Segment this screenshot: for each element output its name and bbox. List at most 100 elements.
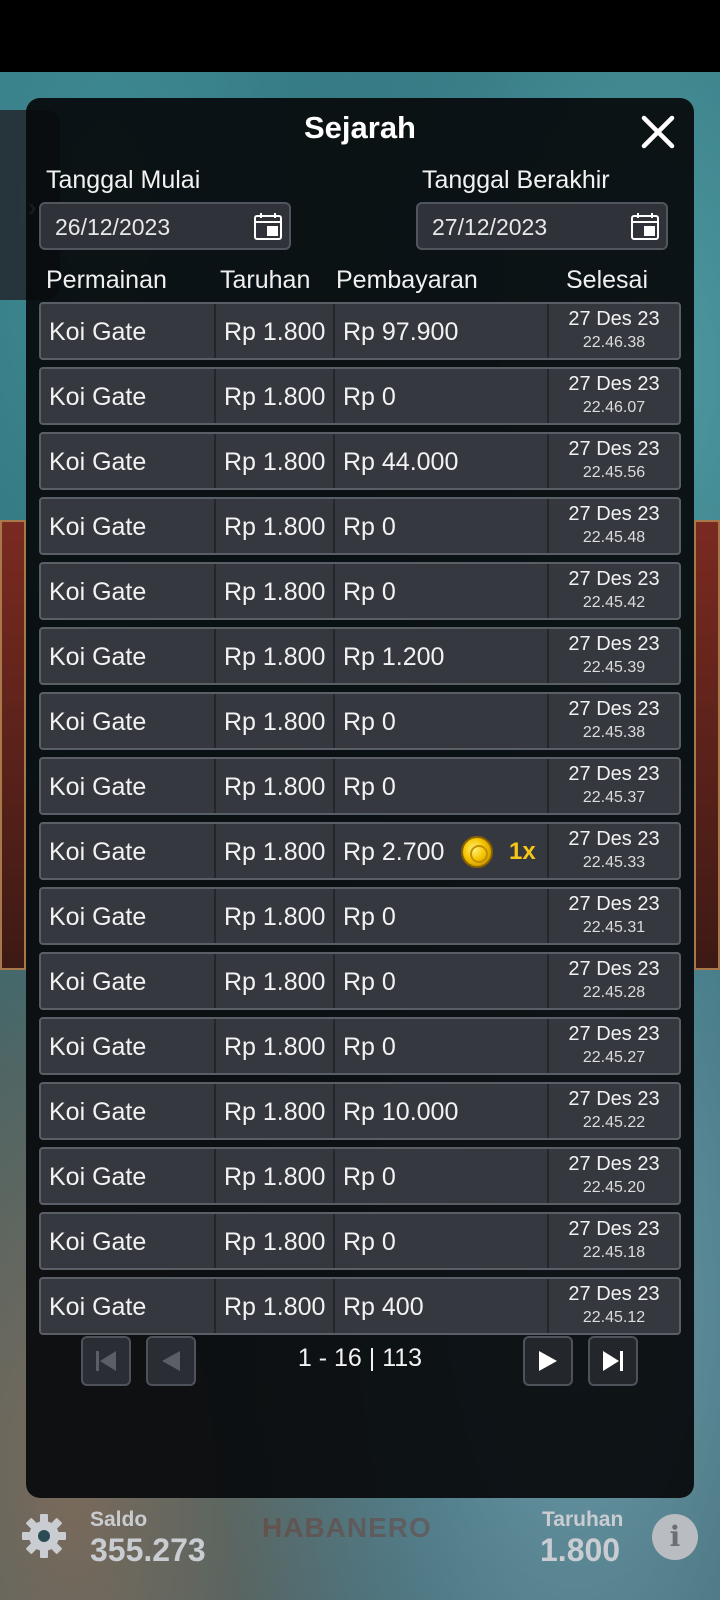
next-page-button[interactable] [523, 1336, 573, 1386]
finished-date: 27 Des 23 [568, 503, 660, 525]
game-name: Koi Gate [49, 1098, 147, 1126]
finished-time: 22.45.31 [582, 919, 646, 936]
coin-icon [461, 836, 493, 868]
payout-amount: Rp 10.000 [343, 1098, 459, 1126]
finished-time: 22.45.27 [582, 1049, 646, 1066]
cell-game: Koi Gate [41, 824, 216, 878]
cell-game: Koi Gate [41, 304, 216, 358]
cell-bet: Rp 1.800 [216, 499, 335, 553]
table-row[interactable]: Koi Gate Rp 1.800 Rp 0 27 Des 23 22.45.31 [39, 887, 681, 945]
table-row[interactable]: Koi Gate Rp 1.800 Rp 0 27 Des 23 22.45.27 [39, 1017, 681, 1075]
cell-bet: Rp 1.800 [216, 1279, 335, 1333]
table-row[interactable]: Koi Gate Rp 1.800 Rp 0 27 Des 23 22.45.42 [39, 562, 681, 620]
close-button[interactable] [638, 112, 678, 152]
cell-payout: Rp 0 [335, 1019, 549, 1073]
cell-finished: 27 Des 23 22.45.38 [549, 694, 679, 748]
finished-time: 22.45.56 [582, 464, 646, 481]
table-row[interactable]: Koi Gate Rp 1.800 Rp 0 27 Des 23 22.45.28 [39, 952, 681, 1010]
cell-payout: Rp 0 [335, 499, 549, 553]
table-row[interactable]: Koi Gate Rp 1.800 Rp 0 27 Des 23 22.45.37 [39, 757, 681, 815]
finished-time: 22.46.38 [582, 334, 646, 351]
bet-amount: Rp 1.800 [224, 1228, 326, 1256]
start-date-field[interactable]: 26/12/2023 [39, 202, 291, 250]
cell-finished: 27 Des 23 22.45.20 [549, 1149, 679, 1203]
bet-amount: Rp 1.800 [224, 643, 326, 671]
last-page-button[interactable] [588, 1336, 638, 1386]
gate-pillar-left [0, 520, 26, 970]
table-row[interactable]: Koi Gate Rp 1.800 Rp 0 27 Des 23 22.45.18 [39, 1212, 681, 1270]
cell-game: Koi Gate [41, 954, 216, 1008]
finished-time: 22.45.38 [582, 724, 646, 741]
cell-game: Koi Gate [41, 499, 216, 553]
bet-amount: Rp 1.800 [224, 513, 326, 541]
payout-amount: Rp 0 [343, 1228, 396, 1256]
finished-time: 22.45.33 [582, 854, 646, 871]
next-page-icon [539, 1351, 557, 1371]
table-row[interactable]: Koi Gate Rp 1.800 Rp 400 27 Des 23 22.45.12 [39, 1277, 681, 1335]
game-name: Koi Gate [49, 318, 147, 346]
finished-date: 27 Des 23 [568, 893, 660, 915]
column-header-finished: Selesai [566, 266, 648, 294]
cell-finished: 27 Des 23 22.45.18 [549, 1214, 679, 1268]
cell-game: Koi Gate [41, 369, 216, 423]
cell-bet: Rp 1.800 [216, 369, 335, 423]
end-date-field[interactable]: 27/12/2023 [416, 202, 668, 250]
bet-amount: Rp 1.800 [224, 578, 326, 606]
game-name: Koi Gate [49, 513, 147, 541]
cell-payout: Rp 0 [335, 564, 549, 618]
finished-date: 27 Des 23 [568, 1283, 660, 1305]
finished-time: 22.45.48 [582, 529, 646, 546]
table-row[interactable]: Koi Gate Rp 1.800 Rp 2.700 1x 27 Des 23 22.45… [39, 822, 681, 880]
gear-icon[interactable] [20, 1512, 68, 1560]
cell-payout: Rp 44.000 [335, 434, 549, 488]
last-page-icon [603, 1351, 623, 1371]
finished-date: 27 Des 23 [568, 1023, 660, 1045]
table-row[interactable]: Koi Gate Rp 1.800 Rp 97.900 27 Des 23 22.46.… [39, 302, 681, 360]
cell-finished: 27 Des 23 22.45.33 [549, 824, 679, 878]
finished-time: 22.45.12 [582, 1309, 646, 1326]
cell-payout: Rp 2.700 1x [335, 824, 549, 878]
payout-amount: Rp 400 [343, 1293, 424, 1321]
payout-amount: Rp 2.700 [343, 838, 445, 866]
cell-payout: Rp 1.200 [335, 629, 549, 683]
bet-amount: Rp 1.800 [224, 708, 326, 736]
payout-amount: Rp 0 [343, 1163, 396, 1191]
finished-time: 22.45.22 [582, 1114, 646, 1131]
finished-date: 27 Des 23 [568, 633, 660, 655]
table-row[interactable]: Koi Gate Rp 1.800 Rp 44.000 27 Des 23 22.45.… [39, 432, 681, 490]
table-row[interactable]: Koi Gate Rp 1.800 Rp 0 27 Des 23 22.45.38 [39, 692, 681, 750]
finished-time: 22.45.20 [582, 1179, 646, 1196]
game-name: Koi Gate [49, 708, 147, 736]
table-row[interactable]: Koi Gate Rp 1.800 Rp 0 27 Des 23 22.45.20 [39, 1147, 681, 1205]
calendar-icon[interactable] [630, 211, 660, 241]
finished-date: 27 Des 23 [568, 308, 660, 330]
column-header-game: Permainan [46, 266, 167, 294]
start-date-label: Tanggal Mulai [46, 166, 201, 194]
payout-amount: Rp 0 [343, 773, 396, 801]
cell-payout: Rp 97.900 [335, 304, 549, 358]
cell-game: Koi Gate [41, 564, 216, 618]
bet-amount: Rp 1.800 [224, 838, 326, 866]
cell-bet: Rp 1.800 [216, 1084, 335, 1138]
cell-finished: 27 Des 23 22.45.12 [549, 1279, 679, 1333]
game-name: Koi Gate [49, 838, 147, 866]
cell-payout: Rp 0 [335, 369, 549, 423]
table-row[interactable]: Koi Gate Rp 1.800 Rp 0 27 Des 23 22.46.07 [39, 367, 681, 425]
game-name: Koi Gate [49, 1228, 147, 1256]
calendar-icon[interactable] [253, 211, 283, 241]
cell-finished: 27 Des 23 22.45.37 [549, 759, 679, 813]
finished-date: 27 Des 23 [568, 1153, 660, 1175]
column-header-payout: Pembayaran [336, 266, 478, 294]
cell-finished: 27 Des 23 22.45.42 [549, 564, 679, 618]
table-row[interactable]: Koi Gate Rp 1.800 Rp 1.200 27 Des 23 22.45.3… [39, 627, 681, 685]
finished-date: 27 Des 23 [568, 828, 660, 850]
game-name: Koi Gate [49, 773, 147, 801]
table-row[interactable]: Koi Gate Rp 1.800 Rp 0 27 Des 23 22.45.48 [39, 497, 681, 555]
game-name: Koi Gate [49, 1163, 147, 1191]
cell-bet: Rp 1.800 [216, 889, 335, 943]
finished-date: 27 Des 23 [568, 1088, 660, 1110]
table-row[interactable]: Koi Gate Rp 1.800 Rp 10.000 27 Des 23 22.45.… [39, 1082, 681, 1140]
payout-amount: Rp 0 [343, 903, 396, 931]
cell-finished: 27 Des 23 22.45.27 [549, 1019, 679, 1073]
info-icon[interactable]: i [652, 1514, 698, 1560]
